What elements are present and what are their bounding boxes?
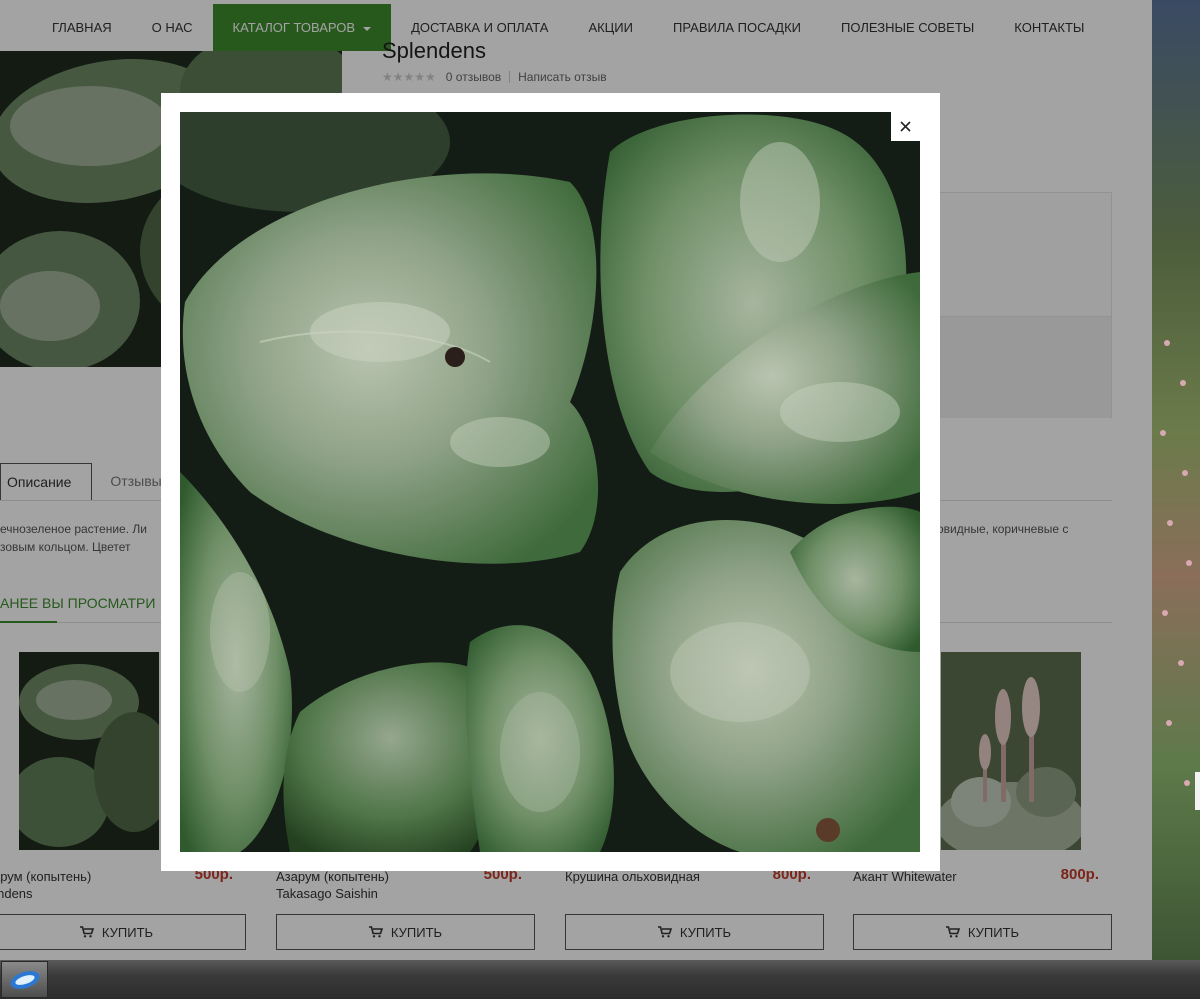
- os-taskbar: [0, 960, 1200, 999]
- lightbox-image: [180, 112, 920, 852]
- start-button[interactable]: [1, 961, 48, 998]
- close-icon: [900, 121, 911, 132]
- image-lightbox: [161, 93, 940, 871]
- start-orb-icon: [10, 970, 39, 989]
- side-scroll-tab[interactable]: [1195, 772, 1200, 810]
- desktop-background-photo: [1152, 0, 1200, 960]
- lightbox-close-button[interactable]: [891, 112, 920, 141]
